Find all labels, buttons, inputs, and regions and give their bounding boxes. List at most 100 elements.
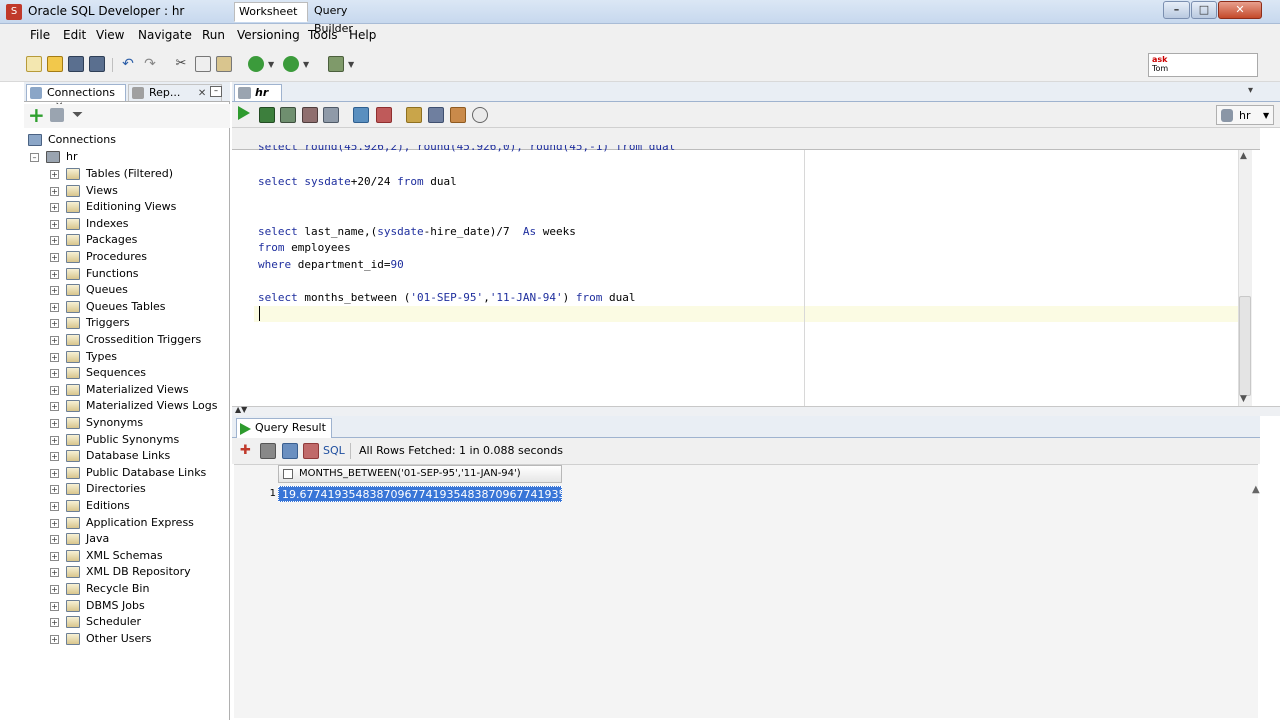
forward-icon[interactable]	[283, 56, 299, 72]
tree-node[interactable]: + Recycle Bin	[50, 581, 228, 597]
tree-node[interactable]: + Other Users	[50, 631, 228, 647]
close-button[interactable]: ✕	[1218, 1, 1262, 19]
tab-query-builder[interactable]: Query Builder	[310, 2, 390, 35]
tree-node[interactable]: + Functions	[50, 266, 228, 282]
tree-node[interactable]: + Materialized Views Logs	[50, 398, 228, 414]
editor-scroll-thumb[interactable]	[1239, 296, 1251, 396]
expand-icon[interactable]: +	[50, 286, 59, 296]
tree-node[interactable]: + Tables (Filtered)	[50, 166, 228, 182]
refresh-results-icon[interactable]	[282, 443, 298, 459]
expand-icon[interactable]: +	[50, 253, 59, 262]
cancel-fetch-icon[interactable]	[303, 443, 319, 459]
tree-node[interactable]: + Database Links	[50, 448, 228, 464]
copy-icon[interactable]	[195, 56, 211, 72]
maximize-button[interactable]: □	[1191, 1, 1217, 19]
result-cell[interactable]: 19.6774193548387096774193548387096774193…	[278, 486, 562, 502]
expand-icon[interactable]: +	[50, 170, 59, 179]
minimize-button[interactable]: –	[1163, 1, 1190, 19]
expand-icon[interactable]: +	[50, 385, 59, 395]
tree-node[interactable]: + Java	[50, 531, 228, 547]
scroll-up-icon[interactable]: ▲	[1240, 151, 1247, 161]
expand-icon[interactable]: +	[50, 369, 59, 379]
scroll-down-icon[interactable]: ▼	[1240, 394, 1247, 404]
tree-node[interactable]: + Editions	[50, 498, 228, 514]
doc-list-dropdown-icon[interactable]: ▾	[1248, 85, 1253, 96]
expand-icon[interactable]: +	[50, 601, 59, 611]
expand-icon[interactable]: +	[50, 435, 59, 445]
redo-icon[interactable]: ↷	[142, 56, 158, 72]
expand-icon[interactable]: +	[50, 551, 59, 561]
menu-versioning[interactable]: Versioning	[237, 28, 300, 42]
tree-connection-hr[interactable]: – hr	[30, 149, 228, 165]
editor-results-splitter[interactable]: ▲▼	[232, 405, 1280, 416]
result-grid[interactable]	[234, 464, 1258, 718]
forward-dropdown-icon[interactable]: ▼	[303, 60, 309, 69]
expand-icon[interactable]: +	[50, 336, 59, 345]
tree-root-connections[interactable]: Connections	[28, 132, 228, 148]
tab-reports[interactable]: Rep... ✕	[128, 84, 222, 101]
expand-icon[interactable]: +	[50, 402, 59, 412]
save-all-icon[interactable]	[89, 56, 105, 72]
tree-node[interactable]: + Views	[50, 183, 228, 199]
tree-node[interactable]: + Sequences	[50, 365, 228, 381]
sql-link[interactable]: SQL	[323, 444, 345, 457]
tab-worksheet[interactable]: Worksheet	[234, 2, 308, 22]
tree-node[interactable]: + Procedures	[50, 249, 228, 265]
timer-icon[interactable]	[472, 107, 488, 123]
sql-run-icon[interactable]	[328, 56, 344, 72]
tree-node[interactable]: + Directories	[50, 481, 228, 497]
connection-selector[interactable]: hr ▼	[1216, 105, 1274, 125]
expand-icon[interactable]: +	[50, 518, 59, 528]
eraser-icon[interactable]	[450, 107, 466, 123]
refresh-icon[interactable]	[50, 108, 64, 122]
menu-file[interactable]: File	[30, 28, 50, 42]
tree-node[interactable]: + Types	[50, 349, 228, 365]
menu-navigate[interactable]: Navigate	[138, 28, 192, 42]
tree-node[interactable]: + XML Schemas	[50, 548, 228, 564]
grid-scroll-up-icon[interactable]: ▲	[1252, 484, 1260, 504]
filter-icon[interactable]: ⏷	[72, 107, 83, 123]
paste-icon[interactable]	[216, 56, 232, 72]
expand-icon[interactable]: +	[50, 585, 59, 594]
autotrace-icon[interactable]	[353, 107, 369, 123]
expand-icon[interactable]: +	[50, 236, 59, 246]
tree-node[interactable]: + Indexes	[50, 216, 228, 232]
tree-node[interactable]: + XML DB Repository	[50, 564, 228, 580]
unshared-worksheet-icon[interactable]	[428, 107, 444, 123]
ask-tom-box[interactable]: ask Tom	[1148, 53, 1258, 77]
tree-node[interactable]: + Public Synonyms	[50, 432, 228, 448]
back-dropdown-icon[interactable]: ▼	[268, 60, 274, 69]
expand-icon[interactable]: +	[50, 419, 59, 428]
new-icon[interactable]	[26, 56, 42, 72]
expand-icon[interactable]: +	[50, 502, 59, 511]
clear-icon[interactable]	[376, 107, 392, 123]
expand-icon[interactable]: +	[50, 319, 59, 329]
sql-history-icon[interactable]	[406, 107, 422, 123]
explain-plan-icon[interactable]	[323, 107, 339, 123]
tree-node[interactable]: + Queues Tables	[50, 299, 228, 315]
collapse-icon[interactable]: –	[30, 153, 39, 162]
tree-node[interactable]: + Synonyms	[50, 415, 228, 431]
expand-icon[interactable]: +	[50, 634, 59, 644]
tree-node[interactable]: + Editioning Views	[50, 199, 228, 215]
minimize-panel-icon[interactable]: –	[210, 86, 222, 97]
menu-edit[interactable]: Edit	[63, 28, 86, 42]
tree-node[interactable]: + Queues	[50, 282, 228, 298]
expand-icon[interactable]: +	[50, 219, 59, 229]
save-icon[interactable]	[68, 56, 84, 72]
menu-run[interactable]: Run	[202, 28, 225, 42]
expand-icon[interactable]: +	[50, 468, 59, 478]
run-script-icon[interactable]	[259, 107, 275, 123]
expand-icon[interactable]: +	[50, 302, 59, 312]
tab-query-result[interactable]: Query Result ✕	[236, 418, 332, 452]
tree-node[interactable]: + DBMS Jobs	[50, 598, 228, 614]
back-icon[interactable]	[248, 56, 264, 72]
splitter-arrows-icon[interactable]: ▲▼	[235, 405, 247, 414]
tree-node[interactable]: + Crossedition Triggers	[50, 332, 228, 348]
expand-icon[interactable]: +	[50, 568, 59, 578]
tree-node[interactable]: + Packages	[50, 232, 228, 248]
cut-icon[interactable]: ✂	[173, 56, 189, 72]
tab-connections[interactable]: Connections ✕	[26, 84, 126, 112]
tree-node[interactable]: + Public Database Links	[50, 465, 228, 481]
expand-icon[interactable]: +	[50, 452, 59, 462]
